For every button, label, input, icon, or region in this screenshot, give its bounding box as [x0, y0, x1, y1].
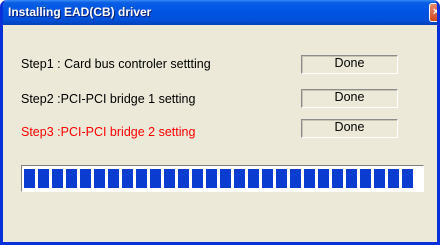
progress-block	[262, 169, 273, 188]
installer-window: Installing EAD(CB) driver × Step1 : Card…	[0, 0, 440, 245]
progress-block	[332, 169, 343, 188]
progress-block	[304, 169, 315, 188]
progress-block	[220, 169, 231, 188]
progress-block	[206, 169, 217, 188]
progress-block	[66, 169, 77, 188]
progress-block	[164, 169, 175, 188]
close-icon: ×	[432, 6, 440, 18]
progress-block	[38, 169, 49, 188]
progress-block	[136, 169, 147, 188]
step-1-label: Step1 : Card bus controler settting	[21, 57, 211, 71]
progress-block	[178, 169, 189, 188]
progress-block	[94, 169, 105, 188]
progress-block	[24, 169, 35, 188]
progress-block	[360, 169, 371, 188]
progress-block	[318, 169, 329, 188]
progress-bar	[21, 165, 424, 192]
progress-block	[248, 169, 259, 188]
progress-block	[192, 169, 203, 188]
close-button[interactable]: ×	[429, 3, 440, 22]
progress-block	[374, 169, 385, 188]
title-bar[interactable]: Installing EAD(CB) driver ×	[3, 0, 440, 25]
progress-block	[80, 169, 91, 188]
progress-block	[290, 169, 301, 188]
step-3-label: Step3 :PCI-PCI bridge 2 setting	[21, 125, 196, 139]
progress-block	[234, 169, 245, 188]
step-3-status: Done	[301, 119, 398, 138]
progress-block	[52, 169, 63, 188]
progress-block	[108, 169, 119, 188]
progress-block	[402, 169, 413, 188]
step-1-status: Done	[301, 55, 398, 74]
step-2-label: Step2 :PCI-PCI bridge 1 setting	[21, 92, 196, 106]
step-2-status: Done	[301, 89, 398, 108]
progress-block	[346, 169, 357, 188]
progress-block	[150, 169, 161, 188]
progress-block	[122, 169, 133, 188]
progress-block	[388, 169, 399, 188]
window-title: Installing EAD(CB) driver	[8, 5, 152, 19]
progress-block	[276, 169, 287, 188]
